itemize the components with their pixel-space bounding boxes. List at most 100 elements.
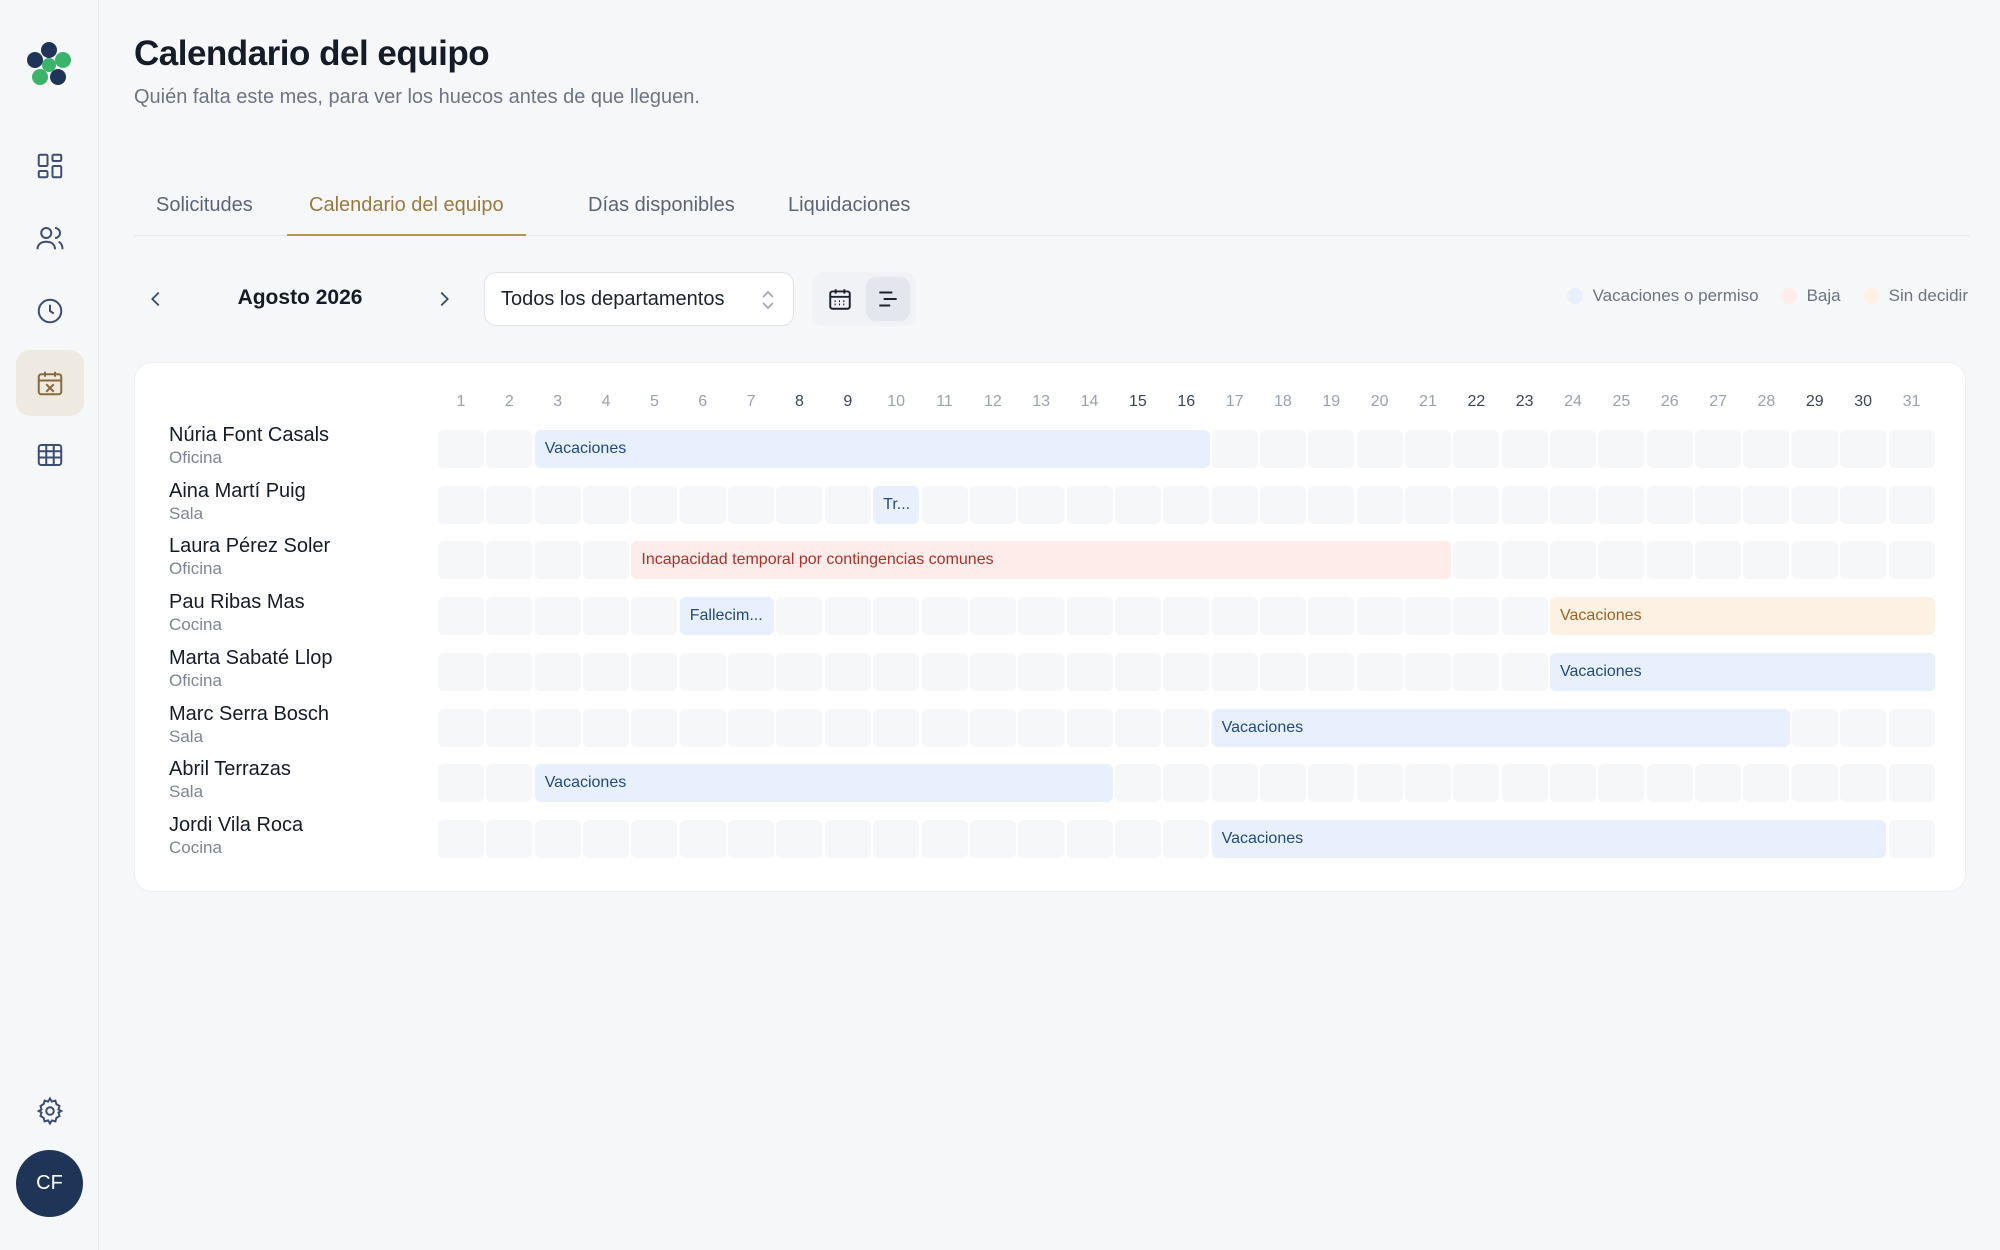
day-cell[interactable] xyxy=(1695,485,1742,524)
day-cell[interactable] xyxy=(1646,485,1693,524)
day-cell[interactable] xyxy=(486,430,533,468)
day-cell[interactable] xyxy=(1888,708,1935,747)
timeline-view-button[interactable] xyxy=(866,277,910,321)
day-cell[interactable] xyxy=(438,764,484,803)
day-cell[interactable] xyxy=(969,485,1016,524)
flower-logo-icon[interactable] xyxy=(24,40,74,90)
day-cell[interactable] xyxy=(776,597,823,636)
day-cell[interactable] xyxy=(921,652,968,691)
day-cell[interactable] xyxy=(534,597,581,636)
day-cell[interactable] xyxy=(1453,430,1500,468)
day-cell[interactable] xyxy=(1211,597,1258,636)
day-cell[interactable] xyxy=(679,485,726,524)
day-cell[interactable] xyxy=(1791,485,1838,524)
day-cell[interactable] xyxy=(1501,541,1548,580)
day-cell[interactable] xyxy=(969,708,1016,747)
day-cell[interactable] xyxy=(921,708,968,747)
day-cell[interactable] xyxy=(824,485,871,524)
day-cell[interactable] xyxy=(728,708,775,747)
day-cell[interactable] xyxy=(583,708,630,747)
absence-bar[interactable]: Incapacidad temporal por contingencias c… xyxy=(631,541,1452,580)
day-cell[interactable] xyxy=(1066,597,1113,636)
day-cell[interactable] xyxy=(438,708,484,747)
day-cell[interactable] xyxy=(1211,485,1258,524)
day-cell[interactable] xyxy=(1598,430,1645,468)
day-cell[interactable] xyxy=(1405,485,1451,524)
prev-month-button[interactable] xyxy=(139,282,173,316)
day-cell[interactable] xyxy=(631,652,678,691)
day-cell[interactable] xyxy=(583,541,630,580)
day-cell[interactable] xyxy=(1453,485,1500,524)
day-cell[interactable] xyxy=(1743,764,1790,803)
day-cell[interactable] xyxy=(1114,819,1161,858)
day-cell[interactable] xyxy=(1695,764,1742,803)
day-cell[interactable] xyxy=(583,819,630,858)
day-cell[interactable] xyxy=(1018,708,1065,747)
day-cell[interactable] xyxy=(1646,541,1693,580)
day-cell[interactable] xyxy=(1018,652,1065,691)
day-cell[interactable] xyxy=(1405,652,1451,691)
tab-dias-disponibles[interactable]: Días disponibles xyxy=(566,194,757,236)
day-cell[interactable] xyxy=(776,819,823,858)
day-cell[interactable] xyxy=(438,485,484,524)
day-cell[interactable] xyxy=(679,708,726,747)
day-cell[interactable] xyxy=(1308,597,1355,636)
day-cell[interactable] xyxy=(1501,485,1548,524)
day-cell[interactable] xyxy=(1114,652,1161,691)
day-cell[interactable] xyxy=(1356,764,1403,803)
day-cell[interactable] xyxy=(438,430,484,468)
day-cell[interactable] xyxy=(969,597,1016,636)
day-cell[interactable] xyxy=(1211,652,1258,691)
day-cell[interactable] xyxy=(1308,764,1355,803)
day-cell[interactable] xyxy=(486,819,533,858)
day-cell[interactable] xyxy=(1114,708,1161,747)
day-cell[interactable] xyxy=(1259,485,1306,524)
day-cell[interactable] xyxy=(873,597,920,636)
day-cell[interactable] xyxy=(1888,764,1935,803)
day-cell[interactable] xyxy=(1501,764,1548,803)
day-cell[interactable] xyxy=(1356,597,1403,636)
day-cell[interactable] xyxy=(631,485,678,524)
day-cell[interactable] xyxy=(1598,541,1645,580)
day-cell[interactable] xyxy=(631,597,678,636)
nav-time[interactable] xyxy=(16,278,84,344)
day-cell[interactable] xyxy=(438,541,484,580)
day-cell[interactable] xyxy=(969,652,1016,691)
day-cell[interactable] xyxy=(1259,430,1306,468)
day-cell[interactable] xyxy=(1405,430,1451,468)
day-cell[interactable] xyxy=(1114,597,1161,636)
day-cell[interactable] xyxy=(1791,764,1838,803)
day-cell[interactable] xyxy=(1308,485,1355,524)
day-cell[interactable] xyxy=(921,597,968,636)
absence-bar[interactable]: Tr... xyxy=(873,485,920,524)
day-cell[interactable] xyxy=(1066,485,1113,524)
day-cell[interactable] xyxy=(1453,597,1500,636)
day-cell[interactable] xyxy=(1791,430,1838,468)
day-cell[interactable] xyxy=(1066,708,1113,747)
day-cell[interactable] xyxy=(1405,764,1451,803)
day-cell[interactable] xyxy=(534,652,581,691)
nav-absences[interactable] xyxy=(16,350,84,416)
day-cell[interactable] xyxy=(631,708,678,747)
day-cell[interactable] xyxy=(1163,708,1210,747)
day-cell[interactable] xyxy=(1163,597,1210,636)
day-cell[interactable] xyxy=(1163,485,1210,524)
day-cell[interactable] xyxy=(728,485,775,524)
day-cell[interactable] xyxy=(1791,541,1838,580)
day-cell[interactable] xyxy=(486,485,533,524)
day-cell[interactable] xyxy=(1453,652,1500,691)
absence-bar[interactable]: Vacaciones xyxy=(1550,597,1935,636)
day-cell[interactable] xyxy=(438,652,484,691)
day-cell[interactable] xyxy=(486,652,533,691)
day-cell[interactable] xyxy=(486,597,533,636)
day-cell[interactable] xyxy=(679,652,726,691)
day-cell[interactable] xyxy=(631,819,678,858)
day-cell[interactable] xyxy=(534,541,581,580)
day-cell[interactable] xyxy=(1259,597,1306,636)
day-cell[interactable] xyxy=(1501,652,1548,691)
day-cell[interactable] xyxy=(1550,541,1597,580)
day-cell[interactable] xyxy=(583,597,630,636)
day-cell[interactable] xyxy=(1405,597,1451,636)
day-cell[interactable] xyxy=(1888,541,1935,580)
day-cell[interactable] xyxy=(679,819,726,858)
